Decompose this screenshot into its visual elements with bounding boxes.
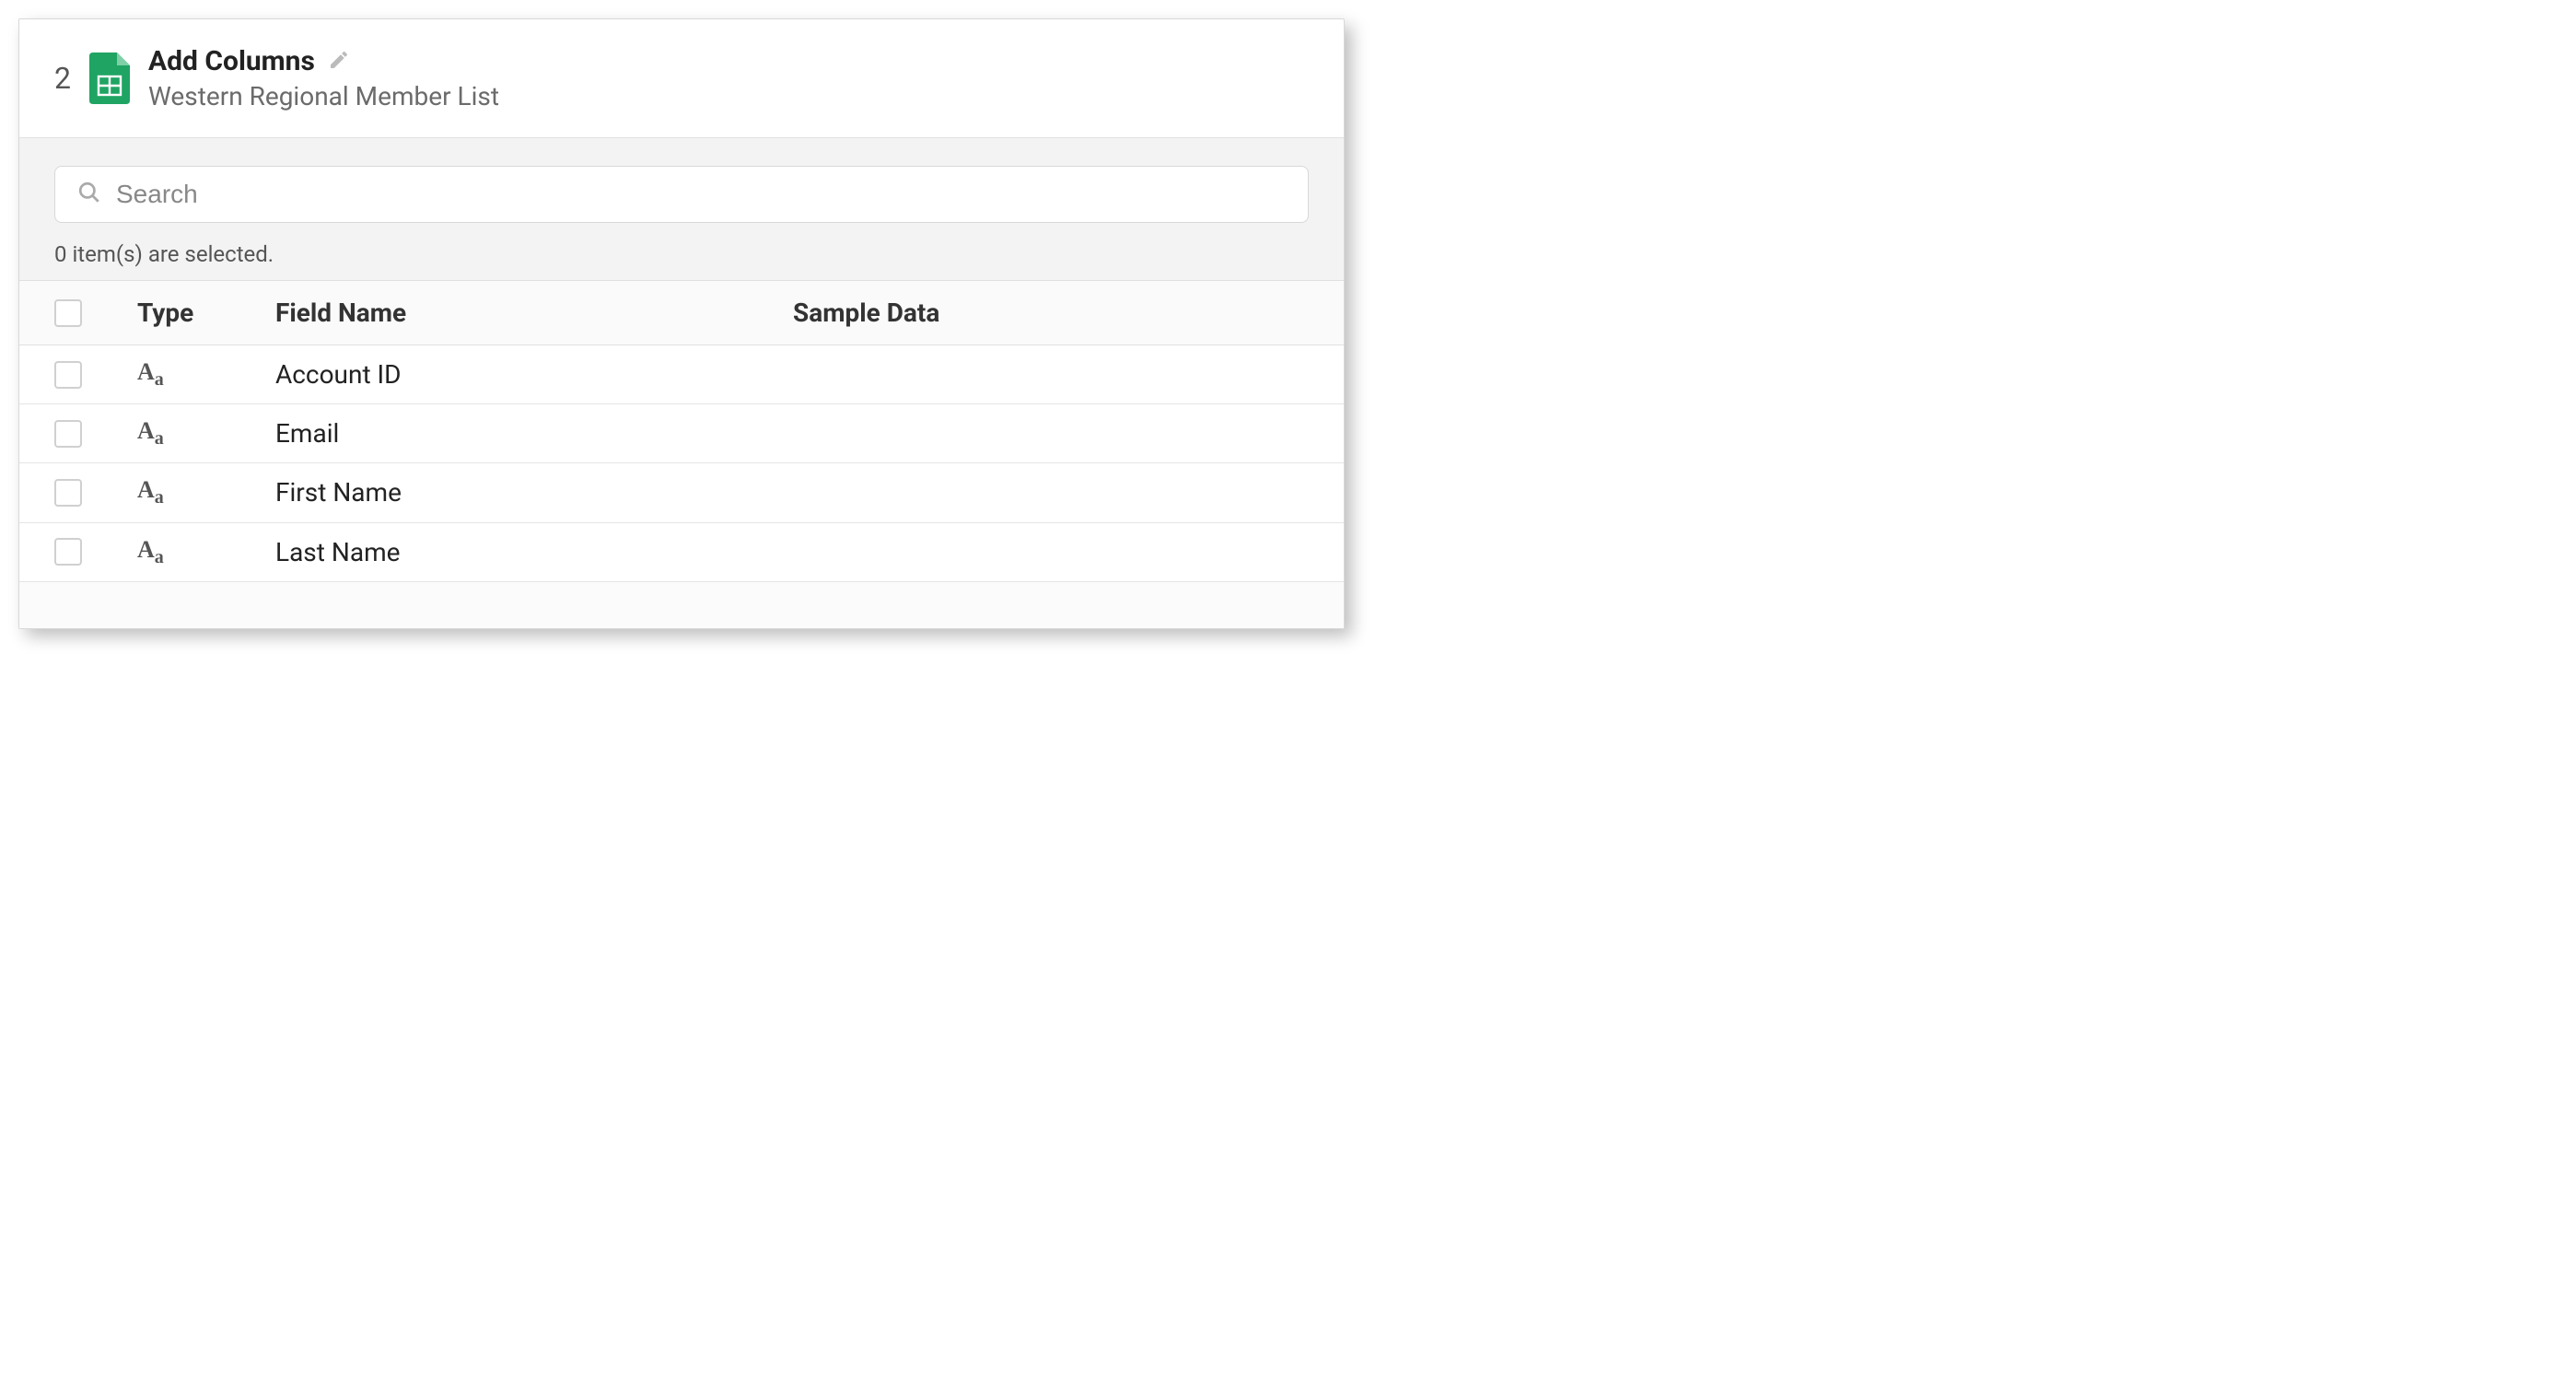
header-text: Add Columns Western Regional Member List: [148, 45, 499, 111]
table-row[interactable]: Aa First Name: [19, 463, 1344, 522]
footer-space: [19, 582, 1344, 628]
text-type-icon: Aa: [137, 417, 164, 450]
row-checkbox[interactable]: [54, 420, 82, 448]
text-type-icon: Aa: [137, 358, 164, 391]
table-row[interactable]: Aa Last Name: [19, 523, 1344, 582]
select-all-checkbox[interactable]: [54, 299, 82, 327]
search-section: 0 item(s) are selected.: [19, 137, 1344, 281]
row-checkbox[interactable]: [54, 479, 82, 507]
panel-subtitle: Western Regional Member List: [148, 81, 499, 111]
text-type-icon: Aa: [137, 476, 164, 508]
header-field-name: Field Name: [275, 298, 406, 328]
panel-header: 2 Add Columns Western Regional Member Li…: [19, 19, 1344, 137]
google-sheets-icon: [89, 53, 130, 104]
table-header-row: Type Field Name Sample Data: [19, 281, 1344, 345]
columns-table: Type Field Name Sample Data Aa Account I…: [19, 281, 1344, 582]
header-sample-data: Sample Data: [793, 298, 939, 328]
field-name-cell: Account ID: [275, 359, 402, 390]
field-name-cell: First Name: [275, 477, 402, 508]
search-wrapper[interactable]: [54, 166, 1309, 223]
header-type: Type: [137, 298, 193, 328]
row-checkbox[interactable]: [54, 538, 82, 566]
step-number: 2: [54, 61, 71, 96]
field-name-cell: Last Name: [275, 537, 400, 567]
text-type-icon: Aa: [137, 536, 164, 568]
edit-icon[interactable]: [328, 49, 350, 75]
title-row: Add Columns: [148, 45, 499, 77]
add-columns-panel: 2 Add Columns Western Regional Member Li…: [18, 18, 1345, 629]
table-row[interactable]: Aa Account ID: [19, 345, 1344, 404]
selection-status: 0 item(s) are selected.: [54, 241, 1309, 267]
table-row[interactable]: Aa Email: [19, 404, 1344, 463]
panel-title: Add Columns: [148, 45, 315, 77]
field-name-cell: Email: [275, 418, 339, 449]
search-input[interactable]: [116, 180, 1286, 209]
search-icon: [77, 181, 101, 208]
row-checkbox[interactable]: [54, 361, 82, 389]
